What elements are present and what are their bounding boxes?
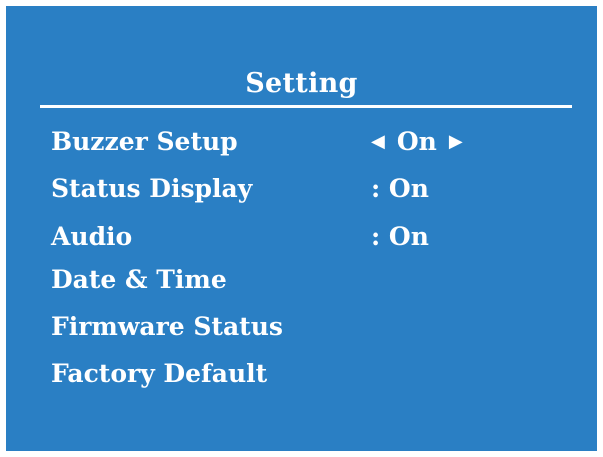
menu-item-buzzer-setup[interactable]: Buzzer Setup ◀ On ▶ — [51, 124, 571, 160]
triangle-left-icon[interactable]: ◀ — [371, 124, 385, 160]
menu-item-date-time[interactable]: Date & Time — [51, 262, 571, 298]
menu-item-label: Date & Time — [51, 265, 227, 294]
menu-item-label: Buzzer Setup — [51, 127, 238, 156]
menu-item-label: Status Display — [51, 174, 253, 203]
menu-item-label: Factory Default — [51, 359, 268, 388]
buzzer-setup-value: On — [396, 127, 437, 156]
menu-item-label: Firmware Status — [51, 312, 283, 341]
status-display-value: : On — [371, 174, 429, 203]
audio-value: : On — [371, 222, 429, 251]
triangle-right-icon[interactable]: ▶ — [449, 124, 463, 160]
page-title: Setting — [245, 68, 358, 99]
menu-item-firmware-status[interactable]: Firmware Status — [51, 309, 571, 345]
title-divider — [40, 105, 572, 108]
buzzer-setup-selector[interactable]: ◀ On ▶ — [371, 124, 463, 160]
settings-screen: Setting Buzzer Setup ◀ On ▶ Status Displ… — [6, 6, 597, 451]
menu-item-factory-default[interactable]: Factory Default — [51, 356, 571, 392]
menu-item-status-display[interactable]: Status Display : On — [51, 171, 571, 207]
menu-item-audio[interactable]: Audio : On — [51, 219, 571, 255]
menu-item-label: Audio — [51, 222, 133, 251]
